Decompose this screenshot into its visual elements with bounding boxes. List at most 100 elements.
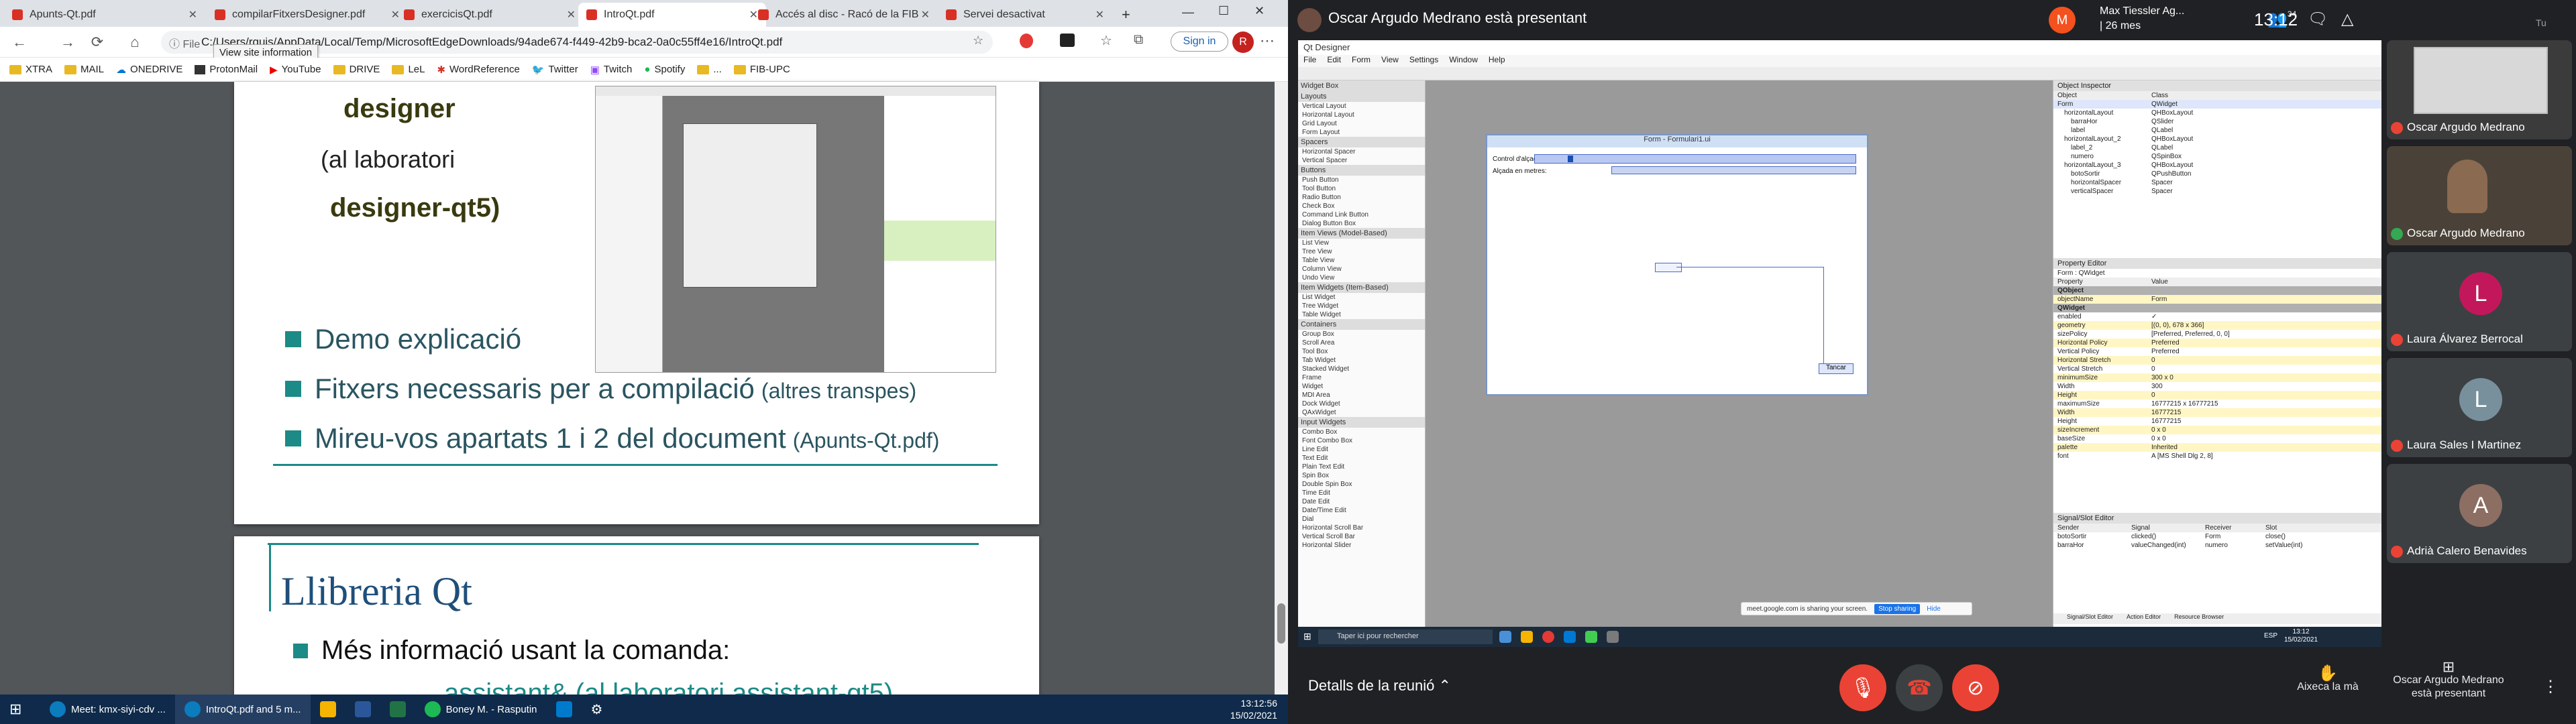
bookmark-youtube[interactable]: ▶ YouTube xyxy=(270,64,321,76)
widget-item[interactable]: Vertical Spacer xyxy=(1298,156,1425,165)
bookmark-mail[interactable]: MAIL xyxy=(64,64,104,75)
object-row[interactable]: label QLabel xyxy=(2053,126,2381,135)
widget-item[interactable]: Dialog Button Box xyxy=(1298,219,1425,228)
widget-item[interactable]: Horizontal Scroll Bar xyxy=(1298,524,1425,532)
property-row[interactable]: minimumSize 300 x 0 xyxy=(2053,373,2381,382)
property-row[interactable]: Height 0 xyxy=(2053,391,2381,400)
hide-button[interactable]: Hide xyxy=(1927,605,1941,613)
widget-item[interactable]: Tree Widget xyxy=(1298,302,1425,310)
dock-tab-signal[interactable]: Signal/Slot Editor xyxy=(2067,613,2113,624)
widget-section-header[interactable]: Item Widgets (Item-Based) xyxy=(1298,282,1425,293)
property-row[interactable]: Width 300 xyxy=(2053,382,2381,391)
widget-item[interactable]: Text Edit xyxy=(1298,454,1425,463)
property-row[interactable]: font A [MS Shell Dlg 2, 8] xyxy=(2053,452,2381,461)
bookmark-twitter[interactable]: 🐦 Twitter xyxy=(532,64,578,76)
property-row[interactable]: geometry [(0, 0), 678 x 366] xyxy=(2053,321,2381,330)
widget-item[interactable]: Tree View xyxy=(1298,247,1425,256)
widget-item[interactable]: Combo Box xyxy=(1298,428,1425,436)
minimize-icon[interactable]: — xyxy=(1182,5,1194,19)
bookmark-protonmail[interactable]: ProtonMail xyxy=(195,64,258,75)
bookmark-more[interactable]: ... xyxy=(697,64,722,75)
widget-item[interactable]: Tool Box xyxy=(1298,347,1425,356)
property-row[interactable]: QWidget xyxy=(2053,304,2381,312)
chrome-icon[interactable] xyxy=(1542,631,1554,643)
reload-button[interactable]: ⟳ xyxy=(87,34,107,51)
participant-tile[interactable]: L Laura Álvarez Berrocal xyxy=(2387,252,2572,351)
adblock-icon[interactable] xyxy=(1020,34,1033,48)
start-button[interactable]: ⊞ xyxy=(0,695,40,724)
new-tab-button[interactable]: + xyxy=(1114,3,1140,27)
widget-item[interactable]: Horizontal Slider xyxy=(1298,541,1425,550)
taskbar-introqt[interactable]: IntroQt.pdf and 5 m... xyxy=(174,695,311,724)
widget-item[interactable]: Widget xyxy=(1298,382,1425,391)
bookmark-fib-upc[interactable]: FIB-UPC xyxy=(733,64,790,75)
widget-section-header[interactable]: Input Widgets xyxy=(1298,417,1425,428)
property-row[interactable]: Width 16777215 xyxy=(2053,408,2381,417)
participant-tile[interactable]: L Laura Sales I Martinez xyxy=(2387,358,2572,457)
bookmark-wordreference[interactable]: ✱ WordReference xyxy=(437,64,519,76)
stop-sharing-button[interactable]: Stop sharing xyxy=(1874,603,1921,614)
object-row[interactable]: horizontalLayout QHBoxLayout xyxy=(2053,109,2381,117)
win-clock[interactable]: 13:12 15/02/2021 xyxy=(2284,628,2318,644)
chat-notification[interactable]: Max Tiessler Ag... | 26 mes xyxy=(2100,4,2220,38)
close-icon[interactable]: ✕ xyxy=(921,8,930,21)
se-row[interactable]: barraHor valueChanged(int) numero setVal… xyxy=(2053,541,2381,550)
bookmark-onedrive[interactable]: ☁ ONEDRIVE xyxy=(116,64,182,76)
designer-form[interactable]: Form - Formulari1.ui Control d'alçada Al… xyxy=(1486,134,1868,396)
activities-icon[interactable]: △ xyxy=(2341,9,2353,29)
widget-item[interactable]: QAxWidget xyxy=(1298,408,1425,417)
qt-icon[interactable] xyxy=(1585,631,1597,643)
windows-icon[interactable]: ⊞ xyxy=(1303,631,1311,642)
extension-icon[interactable] xyxy=(1060,34,1075,47)
widget-item[interactable]: Group Box xyxy=(1298,330,1425,339)
property-row[interactable]: objectName Form xyxy=(2053,295,2381,304)
close-icon[interactable]: ✕ xyxy=(1095,8,1104,21)
object-row[interactable]: numero QSpinBox xyxy=(2053,152,2381,161)
se-row[interactable]: botoSortir clicked() Form close() xyxy=(2053,532,2381,541)
property-row[interactable]: Horizontal Stretch 0 xyxy=(2053,356,2381,365)
folder-icon[interactable] xyxy=(1521,631,1533,643)
property-row[interactable]: Horizontal Policy Preferred xyxy=(2053,339,2381,347)
bookmark-xtra[interactable]: XTRA xyxy=(9,64,52,75)
taskbar-explorer[interactable] xyxy=(311,695,345,724)
taskbar-clock[interactable]: 13:12:56 15/02/2021 xyxy=(1230,697,1277,721)
widget-item[interactable]: Horizontal Spacer xyxy=(1298,147,1425,156)
tab-acces-disc[interactable]: Accés al disc - Racó de la FIB ✕ xyxy=(750,3,938,27)
object-row[interactable]: horizontalSpacer Spacer xyxy=(2053,178,2381,187)
widget-item[interactable]: Radio Button xyxy=(1298,193,1425,202)
tab-exercicis[interactable]: exercicisQt.pdf ✕ xyxy=(396,3,584,27)
win-lang[interactable]: ESP xyxy=(2264,632,2277,640)
widget-item[interactable]: List Widget xyxy=(1298,293,1425,302)
object-row[interactable]: botoSortir QPushButton xyxy=(2053,170,2381,178)
tab-introqt[interactable]: IntroQt.pdf ✕ xyxy=(578,3,766,27)
back-button[interactable]: ← xyxy=(9,34,30,51)
pdf-scrollbar-thumb[interactable] xyxy=(1277,603,1285,644)
property-row[interactable]: Vertical Stretch 0 xyxy=(2053,365,2381,373)
widget-section-header[interactable]: Layouts xyxy=(1298,91,1425,102)
widget-item[interactable]: Table Widget xyxy=(1298,310,1425,319)
widget-item[interactable]: Time Edit xyxy=(1298,489,1425,497)
property-row[interactable]: palette Inherited xyxy=(2053,443,2381,452)
meeting-details-button[interactable]: Detalls de la reunió ⌃ xyxy=(1308,677,1451,695)
widget-item[interactable]: Undo View xyxy=(1298,274,1425,282)
menu-settings[interactable]: Settings xyxy=(1409,55,1438,67)
property-row[interactable]: QObject xyxy=(2053,286,2381,295)
favorite-star-icon[interactable]: ☆ xyxy=(973,34,983,48)
taskbar-excel[interactable] xyxy=(380,695,415,724)
raise-hand-button[interactable]: ✋ Aixeca la mà xyxy=(2294,666,2361,694)
widget-item[interactable]: Check Box xyxy=(1298,202,1425,210)
widget-section-header[interactable]: Item Views (Model-Based) xyxy=(1298,228,1425,239)
tab-compilar[interactable]: compilarFitxersDesigner.pdf ✕ xyxy=(207,3,408,27)
collections-icon[interactable]: ⧉ xyxy=(1134,32,1143,48)
menu-edit[interactable]: Edit xyxy=(1327,55,1341,67)
participant-tile[interactable]: Oscar Argudo Medrano xyxy=(2387,40,2572,139)
taskbar-settings[interactable]: ⚙ xyxy=(582,695,612,724)
widget-item[interactable]: Vertical Scroll Bar xyxy=(1298,532,1425,541)
more-options-icon[interactable]: ⋮ xyxy=(2542,677,2559,697)
leave-call-button[interactable]: ☎ xyxy=(1896,664,1943,711)
widget-item[interactable]: Plain Text Edit xyxy=(1298,463,1425,471)
widget-item[interactable]: Scroll Area xyxy=(1298,339,1425,347)
widget-item[interactable]: Date Edit xyxy=(1298,497,1425,506)
home-button[interactable]: ⌂ xyxy=(125,34,145,51)
pdf-scrollbar[interactable] xyxy=(1275,82,1288,695)
